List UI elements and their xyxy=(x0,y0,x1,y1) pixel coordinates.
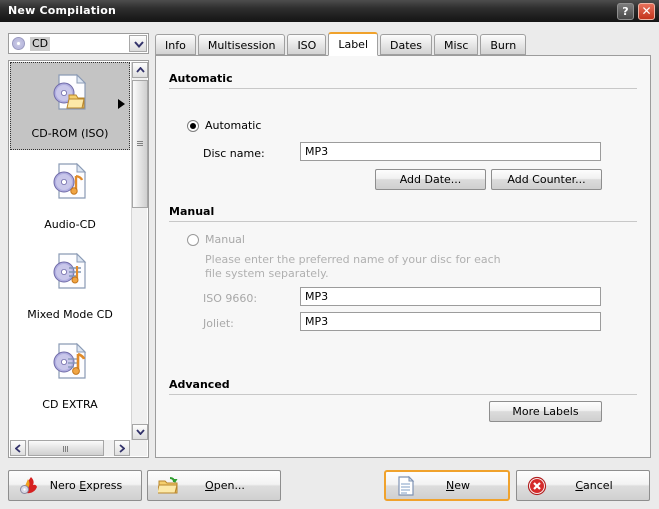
cd-extra-icon xyxy=(53,342,87,379)
automatic-section-divider xyxy=(169,88,637,89)
tab-multisession[interactable]: Multisession xyxy=(197,34,286,55)
scrollbar-grip-icon xyxy=(63,446,69,452)
list-vertical-scrollbar[interactable] xyxy=(131,62,148,440)
add-date-button[interactable]: Add Date... xyxy=(375,169,486,190)
disc-icon xyxy=(12,37,25,50)
scroll-left-button[interactable] xyxy=(10,440,26,456)
advanced-section-heading: Advanced xyxy=(169,378,230,391)
iso-9660-label: ISO 9660: xyxy=(203,292,258,305)
scroll-up-button[interactable] xyxy=(132,62,148,78)
cancel-label: Cancel xyxy=(575,478,613,492)
type-item-audio-cd[interactable]: Audio-CD xyxy=(10,152,130,240)
tab-strip: Info Multisession ISO Label Dates Misc B… xyxy=(155,32,528,56)
chevron-down-icon[interactable] xyxy=(129,35,147,52)
manual-radio-label: Manual xyxy=(205,233,245,246)
close-button[interactable]: ✕ xyxy=(638,3,655,20)
joliet-input[interactable]: MP3 xyxy=(300,312,601,331)
add-counter-button[interactable]: Add Counter... xyxy=(491,169,602,190)
tab-iso[interactable]: ISO xyxy=(287,34,327,55)
list-horizontal-scrollbar[interactable] xyxy=(10,440,147,456)
automatic-section-heading: Automatic xyxy=(169,72,233,85)
label-tab-panel: Automatic Automatic Disc name: MP3 Add D… xyxy=(155,55,651,458)
nero-express-button[interactable]: Nero Express xyxy=(8,470,142,501)
manual-radio[interactable] xyxy=(187,234,199,246)
cancel-button[interactable]: Cancel xyxy=(516,470,650,501)
device-type-dropdown[interactable]: CD xyxy=(8,33,149,54)
type-item-cd-rom-iso[interactable]: CD-ROM (ISO) xyxy=(10,62,130,150)
tab-burn[interactable]: Burn xyxy=(480,34,527,55)
disc-name-input[interactable]: MP3 xyxy=(300,142,601,161)
type-item-label: CD EXTRA xyxy=(42,398,98,411)
joliet-label: Joliet: xyxy=(203,317,234,330)
manual-section-divider xyxy=(169,221,637,222)
advanced-section-divider xyxy=(169,394,637,395)
window-client-area: CD CD-ROM (ISO) Audio-CD Mixed Mode CD C… xyxy=(0,22,659,509)
compilation-type-list[interactable]: CD-ROM (ISO) Audio-CD Mixed Mode CD CD E… xyxy=(8,60,149,458)
manual-hint-text: Please enter the preferred name of your … xyxy=(205,253,501,280)
type-item-mixed-mode-cd[interactable]: Mixed Mode CD xyxy=(10,242,130,330)
open-button[interactable]: Open... xyxy=(147,470,281,501)
new-label: New xyxy=(446,478,470,492)
new-button[interactable]: New xyxy=(384,470,510,501)
disc-name-label: Disc name: xyxy=(203,147,265,160)
scroll-right-button[interactable] xyxy=(114,440,130,456)
nero-express-label: Nero Express xyxy=(49,478,123,492)
more-labels-button[interactable]: More Labels xyxy=(489,401,602,422)
audio-cd-icon xyxy=(53,162,87,199)
type-item-label: CD-ROM (ISO) xyxy=(31,127,109,140)
automatic-radio-label: Automatic xyxy=(205,119,262,132)
new-compilation-window: New Compilation ? ✕ CD CD-ROM (ISO) Audi… xyxy=(0,0,659,509)
selected-arrow-icon xyxy=(118,99,125,109)
scrollbar-grip-icon xyxy=(137,141,143,147)
cd-rom-iso-icon xyxy=(53,73,87,110)
vertical-scrollbar-thumb[interactable] xyxy=(132,80,148,208)
type-item-cd-extra[interactable]: CD EXTRA xyxy=(10,332,130,420)
type-item-label: Audio-CD xyxy=(44,218,96,231)
tab-misc[interactable]: Misc xyxy=(434,34,479,55)
scroll-down-button[interactable] xyxy=(132,424,148,440)
titlebar: New Compilation ? ✕ xyxy=(0,0,659,22)
window-title: New Compilation xyxy=(8,4,117,17)
horizontal-scrollbar-thumb[interactable] xyxy=(28,440,104,456)
tab-info[interactable]: Info xyxy=(155,34,196,55)
open-label: Open... xyxy=(205,478,245,492)
device-type-value: CD xyxy=(30,37,51,51)
tab-label[interactable]: Label xyxy=(328,32,379,56)
type-item-label: Mixed Mode CD xyxy=(27,308,113,321)
iso-9660-input[interactable]: MP3 xyxy=(300,287,601,306)
manual-section-heading: Manual xyxy=(169,205,215,218)
help-button[interactable]: ? xyxy=(617,3,634,20)
automatic-radio[interactable] xyxy=(187,120,199,132)
tab-dates[interactable]: Dates xyxy=(380,34,433,55)
mixed-mode-cd-icon xyxy=(53,252,87,289)
